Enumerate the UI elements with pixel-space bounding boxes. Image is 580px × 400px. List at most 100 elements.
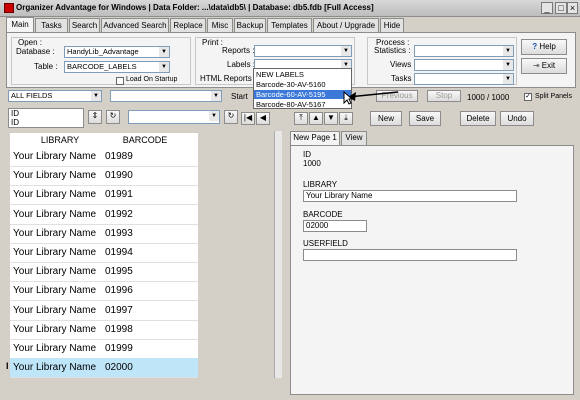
grid-scrollbar[interactable] [274,131,282,378]
dropdown-item[interactable]: Barcode-80-AV-5167 [254,100,351,109]
chevron-down-icon: ▼ [209,111,219,121]
delete-button[interactable]: Delete [460,111,496,126]
first-record-icon[interactable]: |◀ [241,112,255,125]
chevron-down-icon: ▼ [341,46,351,56]
barcode-cell: 01995 [105,266,133,278]
userfield-label: USERFIELD [303,239,348,248]
reports-select[interactable]: ▼ [254,45,352,57]
tab-backup[interactable]: Backup [234,18,266,32]
move-top-icon[interactable]: ⤒ [294,112,308,125]
statistics-select[interactable]: ▼ [414,45,514,57]
load-on-startup-checkbox[interactable] [116,77,124,85]
barcode-label: BARCODE [303,210,343,219]
html-reports-label: HTML Reports : [200,74,257,83]
refresh-icon[interactable]: ↻ [106,110,120,124]
tasks-label: Tasks : [391,74,416,83]
undo-button[interactable]: Undo [500,111,534,126]
save-button[interactable]: Save [409,111,441,126]
tab-templates[interactable]: Templates [267,18,312,32]
views-select[interactable]: ▼ [414,59,514,71]
barcode-cell: 01990 [105,170,133,182]
exit-icon: ⇥ [532,61,540,70]
open-group-title: Open : [18,38,43,47]
sort-direction-icon[interactable]: ⇕ [88,110,102,124]
chevron-down-icon: ▼ [503,46,513,56]
prev-record-icon[interactable]: ◀ [256,112,270,125]
barcode-cell: 01998 [105,323,133,335]
tab-search[interactable]: Search [69,18,100,32]
library-cell: Your Library Name [13,189,97,201]
dropdown-item[interactable]: NEW LABELS [254,70,351,79]
print-group-title: Print : [202,38,223,47]
barcode-cell: 01993 [105,227,133,239]
tab-advanced-search[interactable]: Advanced Search [101,18,169,32]
table-row[interactable]: Your Library Name 01997 [10,301,198,321]
close-icon[interactable]: × [567,2,578,14]
id-value: 1000 [303,159,321,168]
column-header-barcode[interactable]: BARCODE [105,135,185,145]
exit-label: Exit [541,61,556,70]
detail-panel: ID 1000 LIBRARY Your Library Name BARCOD… [290,145,574,395]
dropdown-item-selected[interactable]: Barcode-60-AV-5195 [254,90,351,99]
tab-view[interactable]: View [341,131,367,145]
library-cell: Your Library Name [13,227,97,239]
maximize-icon[interactable]: □ [555,2,567,14]
sort-field-select[interactable]: ID ID [8,108,84,128]
barcode-cell: 01991 [105,189,133,201]
table-row[interactable]: Your Library Name 01998 [10,320,198,340]
table-select[interactable]: BARCODE_LABELS ▼ [64,61,170,73]
userfield-field[interactable] [303,249,517,261]
table-label: Table : [34,62,58,71]
tab-new-page-1[interactable]: New Page 1 [290,131,340,145]
tab-tasks[interactable]: Tasks [35,18,68,32]
process-group: Process : Statistics : ▼ Views : ▼ Tasks… [367,37,517,85]
table-row[interactable]: Your Library Name 02000 [10,358,198,379]
table-row[interactable]: Your Library Name 01993 [10,224,198,244]
tasks-select[interactable]: ▼ [414,73,514,85]
dropdown-item[interactable]: Barcode-30-AV-5160 [254,80,351,89]
filter-operator-select[interactable]: ▼ [110,90,222,102]
sort2-select[interactable]: ▼ [128,110,220,124]
move-up-icon[interactable]: ▲ [309,112,323,125]
move-down-icon[interactable]: ▼ [324,112,338,125]
table-row[interactable]: Your Library Name 01994 [10,243,198,263]
library-cell: Your Library Name [13,151,97,162]
labels-dropdown-list: NEW LABELS Barcode-30-AV-5160 Barcode-60… [253,68,352,109]
id-label: ID [303,150,311,159]
sort-field-name: ID [11,109,19,118]
library-cell: Your Library Name [13,343,97,354]
barcode-cell: 01992 [105,208,133,220]
open-group: Open : Database : HandyLib_Advantage ▼ Ta… [11,37,191,85]
help-button[interactable]: ? Help [521,39,567,55]
field-filter-select[interactable]: ALL FIELDS ▼ [8,90,102,102]
tab-misc[interactable]: Misc [207,18,233,32]
new-button[interactable]: New [370,111,402,126]
table-row[interactable]: Your Library Name 01990 [10,166,198,187]
table-row[interactable]: Your Library Name 01991 [10,185,198,206]
tab-replace[interactable]: Replace [170,18,206,32]
record-count: 1000 / 1000 [467,93,510,102]
tab-about-upgrade[interactable]: About / Upgrade [313,18,379,32]
table-row[interactable]: Your Library Name 01989 [10,147,198,167]
barcode-cell: 02000 [105,362,133,374]
exit-button[interactable]: ⇥ Exit [521,58,567,74]
load-on-startup-label: Load On Startup [126,76,178,83]
minimize-icon[interactable]: _ [541,2,553,14]
stop-button[interactable]: Stop [427,90,461,102]
column-header-library[interactable]: LIBRARY [20,135,100,145]
barcode-field[interactable]: 02000 [303,220,367,232]
table-row[interactable]: Your Library Name 01992 [10,205,198,225]
table-row[interactable]: Your Library Name 01996 [10,281,198,302]
table-row[interactable]: Your Library Name 01995 [10,262,198,283]
refresh2-icon[interactable]: ↻ [224,110,238,124]
title-bar: Organizer Advantage for Windows | Data F… [0,0,580,17]
database-select[interactable]: HandyLib_Advantage ▼ [64,46,170,58]
tab-hide[interactable]: Hide [380,18,404,32]
tab-main[interactable]: Main [6,17,34,33]
library-field[interactable]: Your Library Name [303,190,517,202]
table-row[interactable]: Your Library Name 01999 [10,339,198,359]
move-bottom-icon[interactable]: ⤓ [339,112,353,125]
split-panels-checkbox[interactable]: ✓ [524,93,532,101]
library-cell: Your Library Name [13,266,97,278]
sort-field-sub: ID [11,118,19,127]
